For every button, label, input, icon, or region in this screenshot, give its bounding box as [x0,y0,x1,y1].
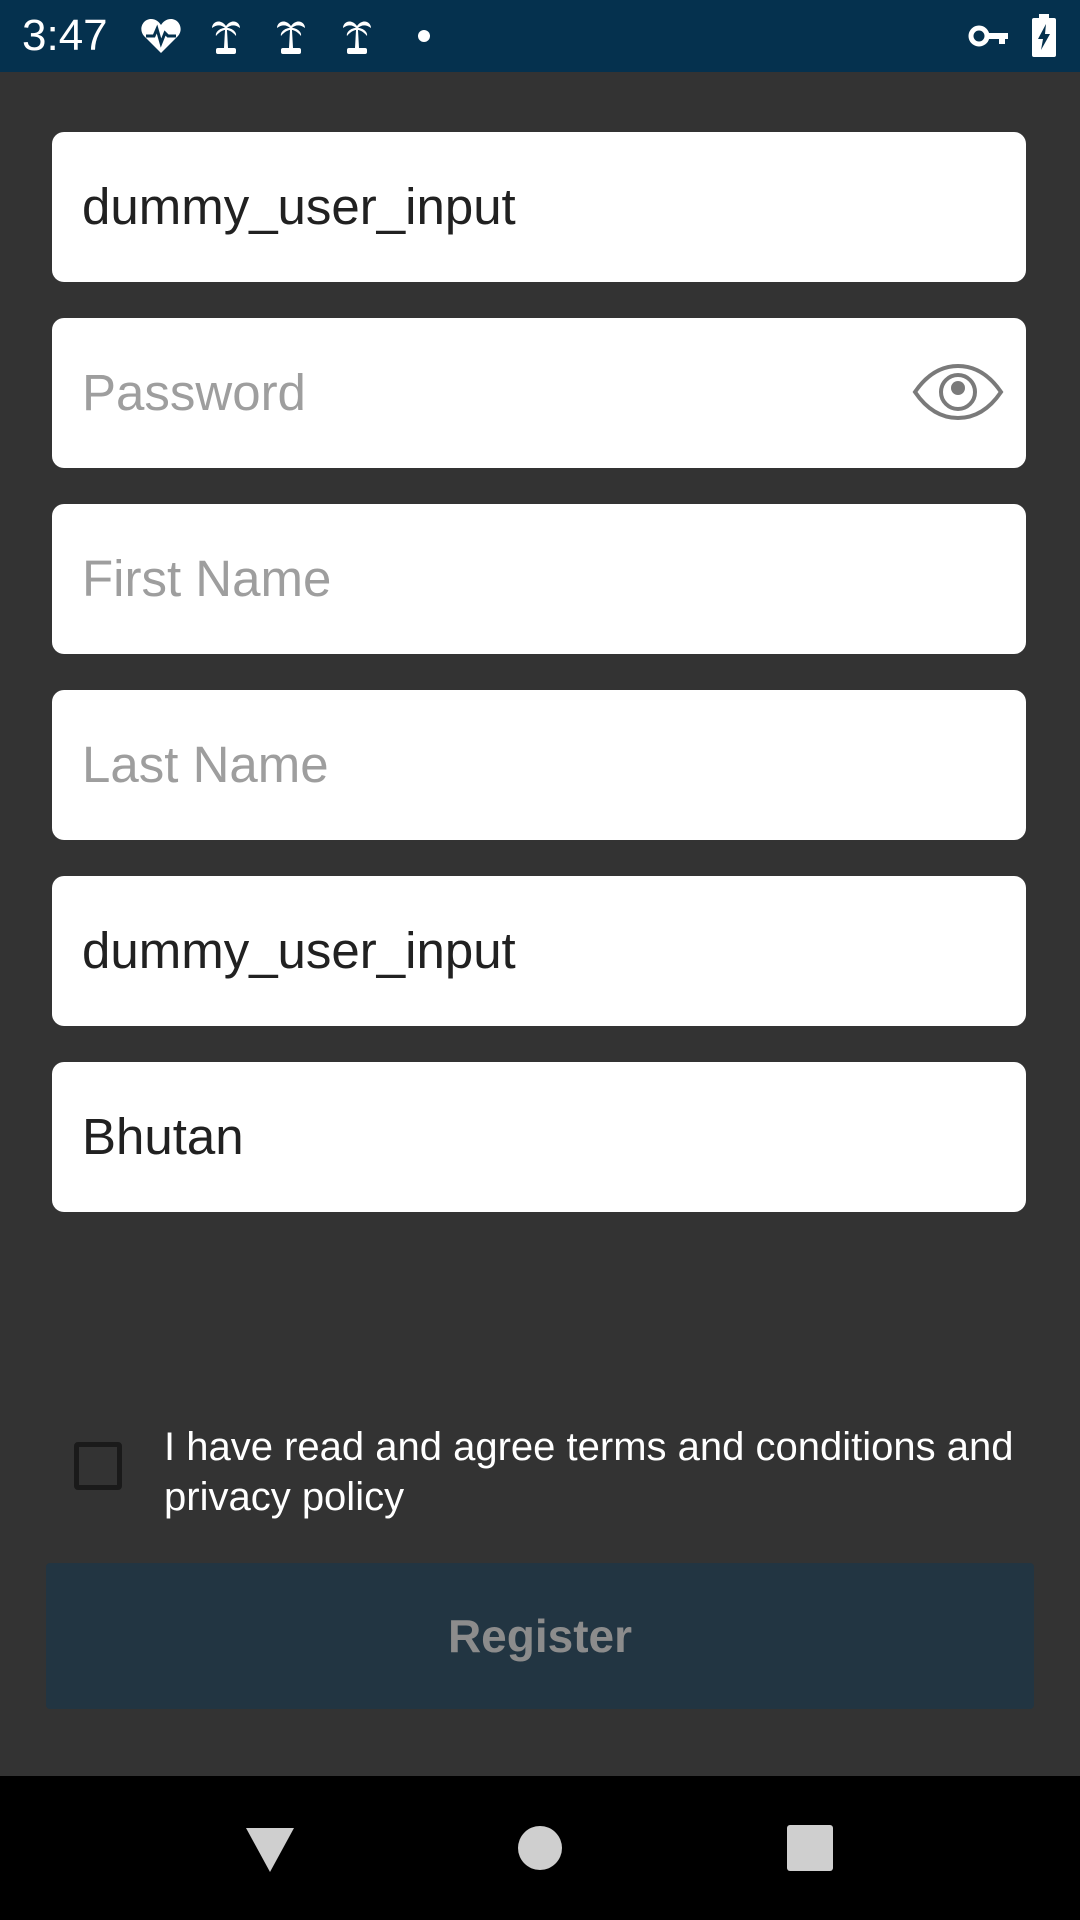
battery-charging-icon [1030,14,1058,57]
eye-icon[interactable] [912,363,1004,421]
email-field[interactable]: dummy_user_input [52,876,1026,1026]
status-time: 3:47 [22,11,108,60]
navigation-bar [0,1776,1080,1920]
first-name-field[interactable]: First Name [52,504,1026,654]
heart-monitor-icon [140,16,182,56]
password-field[interactable]: Password [52,318,1026,468]
palm-tree-icon [210,16,242,56]
back-icon[interactable] [238,1816,302,1880]
country-field[interactable]: Bhutan [52,1062,1026,1212]
dot-icon [416,16,432,56]
palm-tree-icon [275,16,307,56]
register-button[interactable]: Register [46,1563,1034,1709]
home-icon[interactable] [508,1816,572,1880]
last-name-placeholder: Last Name [82,736,329,793]
palm-tree-icon [341,16,373,56]
password-placeholder: Password [82,364,306,421]
email-value: dummy_user_input [82,922,516,979]
terms-checkbox[interactable] [74,1442,122,1490]
first-name-placeholder: First Name [82,550,332,607]
last-name-field[interactable]: Last Name [52,690,1026,840]
register-label: Register [447,1610,633,1662]
username-value: dummy_user_input [82,178,516,235]
recents-icon[interactable] [778,1816,842,1880]
vpn-key-icon [968,16,1010,56]
status-bar: 3:47 [0,0,1080,72]
username-field[interactable]: dummy_user_input [52,132,1026,282]
terms-label[interactable]: I have read and agree terms and conditio… [164,1422,1024,1522]
country-value: Bhutan [82,1108,244,1165]
